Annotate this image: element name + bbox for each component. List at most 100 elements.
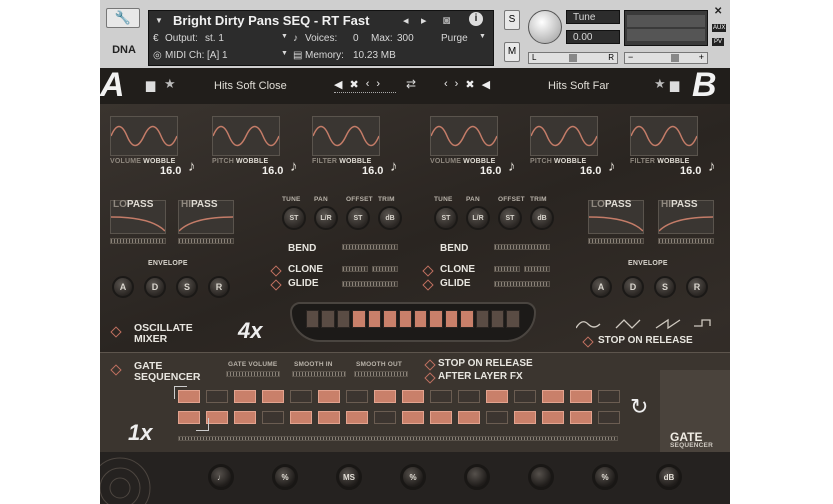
folder-icon[interactable]: ▆ (146, 78, 155, 92)
lopass-a-display[interactable]: LOPASS (110, 199, 166, 234)
oscillate-multiplier[interactable]: 4x (238, 318, 262, 344)
fx-knob[interactable]: % (592, 464, 618, 490)
gate-step[interactable] (486, 390, 508, 403)
gate-step[interactable] (206, 390, 228, 403)
note-icon[interactable]: ♪ (188, 158, 196, 175)
pan-knob[interactable]: L/R (314, 206, 338, 230)
wobble-value[interactable]: 16.0 (362, 165, 383, 177)
gate-step[interactable] (570, 390, 592, 403)
after-layer-fx[interactable]: AFTER LAYER FX (438, 371, 523, 382)
note-icon[interactable]: ♪ (608, 158, 616, 175)
star-b-icon[interactable]: ★ (654, 76, 666, 92)
gate-step[interactable] (290, 411, 312, 424)
wobble-value[interactable]: 16.0 (680, 165, 701, 177)
smooth-in-slider[interactable] (292, 371, 346, 377)
gate-step[interactable] (514, 411, 536, 424)
layer-b-letter[interactable]: B (692, 66, 717, 105)
env-d-knob[interactable]: D (144, 276, 166, 298)
star-icon[interactable]: ★ (164, 76, 176, 92)
gate-step[interactable] (402, 390, 424, 403)
pan-handle[interactable] (569, 54, 577, 62)
glide-label[interactable]: GLIDE (440, 278, 471, 289)
gate-step[interactable] (374, 411, 396, 424)
midi-dropdown-icon[interactable]: ▼ (281, 50, 288, 57)
clone-slider-1[interactable] (342, 266, 368, 272)
purge-button[interactable]: Purge (441, 33, 468, 44)
wobble-value[interactable]: 16.0 (262, 165, 283, 177)
preset-a-name[interactable]: Hits Soft Close (214, 80, 287, 92)
prev-preset-icon[interactable]: ‹ (366, 78, 370, 92)
offset-knob[interactable]: ST (498, 206, 522, 230)
fx-knob[interactable]: % (272, 464, 298, 490)
glide-slider[interactable] (342, 281, 398, 287)
gate-step[interactable] (318, 411, 340, 424)
folder-b-icon[interactable]: ▆ (670, 78, 679, 92)
fx-knob[interactable]: % (400, 464, 426, 490)
purge-dropdown-icon[interactable]: ▼ (479, 33, 486, 40)
instrument-name[interactable]: Bright Dirty Pans SEQ - RT Fast (173, 13, 369, 28)
fx-knob[interactable] (528, 464, 554, 490)
pv-button[interactable]: PV (712, 38, 725, 46)
wobble-display[interactable] (630, 116, 698, 156)
swap-layers-icon[interactable]: ⇄ (406, 77, 416, 91)
volume-handle[interactable] (671, 54, 679, 62)
fx-knob[interactable] (464, 464, 490, 490)
gate-step[interactable] (458, 390, 480, 403)
layer-a-letter[interactable]: A (100, 66, 125, 105)
tune-knob[interactable]: ST (434, 206, 458, 230)
env-r-knob[interactable]: R (208, 276, 230, 298)
info-icon[interactable]: i (469, 12, 483, 26)
next-preset-b-icon[interactable]: › (455, 78, 459, 92)
hipass-b-slider[interactable] (658, 238, 714, 244)
repeat-icon[interactable]: ↻ (630, 394, 648, 420)
wobble-display[interactable] (530, 116, 598, 156)
wobble-value[interactable]: 16.0 (580, 165, 601, 177)
hipass-b-display[interactable]: HIPASS (658, 199, 714, 234)
gate-step[interactable] (290, 390, 312, 403)
gate-step[interactable] (598, 411, 620, 424)
lopass-b-slider[interactable] (588, 238, 644, 244)
gate-step[interactable] (458, 411, 480, 424)
env-s-knob[interactable]: S (176, 276, 198, 298)
camera-icon[interactable]: ◙ (443, 13, 450, 27)
gate-rate[interactable]: 1x (128, 420, 152, 446)
clone-slider-2[interactable] (372, 266, 398, 272)
env-s-knob[interactable]: S (654, 276, 676, 298)
note-icon[interactable]: ♪ (290, 158, 298, 175)
tune-knob[interactable]: ST (282, 206, 306, 230)
delete-icon[interactable]: ✖ (349, 78, 358, 92)
gate-volume-slider[interactable] (226, 371, 280, 377)
wobble-display[interactable] (212, 116, 280, 156)
gate-step[interactable] (514, 390, 536, 403)
volume-slider[interactable]: − + (624, 52, 708, 64)
prev-preset-b-icon[interactable]: ‹ (444, 78, 448, 92)
gate-step[interactable] (318, 390, 340, 403)
output-value[interactable]: st. 1 (205, 33, 224, 44)
glide-label[interactable]: GLIDE (288, 278, 319, 289)
gate-step[interactable] (234, 390, 256, 403)
tune-value[interactable]: 0.00 (573, 32, 592, 43)
aux-button[interactable]: AUX (712, 24, 727, 32)
gate-step[interactable] (542, 411, 564, 424)
lopass-a-slider[interactable] (110, 238, 166, 244)
next-preset-icon[interactable]: › (376, 78, 380, 92)
fx-knob[interactable]: ♩ (208, 464, 234, 490)
close-icon[interactable]: ✕ (714, 6, 722, 17)
wobble-display[interactable] (110, 116, 178, 156)
glide-slider[interactable] (494, 281, 550, 287)
wrench-button[interactable]: 🔧 (106, 8, 140, 28)
note-icon[interactable]: ♪ (708, 158, 716, 175)
clone-slider-2[interactable] (524, 266, 550, 272)
trim-knob[interactable]: dB (378, 206, 402, 230)
pan-slider[interactable]: L R (528, 52, 618, 64)
env-a-knob[interactable]: A (112, 276, 134, 298)
note-icon[interactable]: ♪ (508, 158, 516, 175)
waveform-selector-icons[interactable] (576, 318, 716, 332)
mute-button[interactable]: M (504, 42, 520, 62)
fx-knob[interactable]: MS (336, 464, 362, 490)
gate-step[interactable] (262, 390, 284, 403)
pan-knob[interactable]: L/R (466, 206, 490, 230)
clone-slider-1[interactable] (494, 266, 520, 272)
bend-slider[interactable] (494, 244, 550, 250)
lopass-b-display[interactable]: LOPASS (588, 199, 644, 234)
